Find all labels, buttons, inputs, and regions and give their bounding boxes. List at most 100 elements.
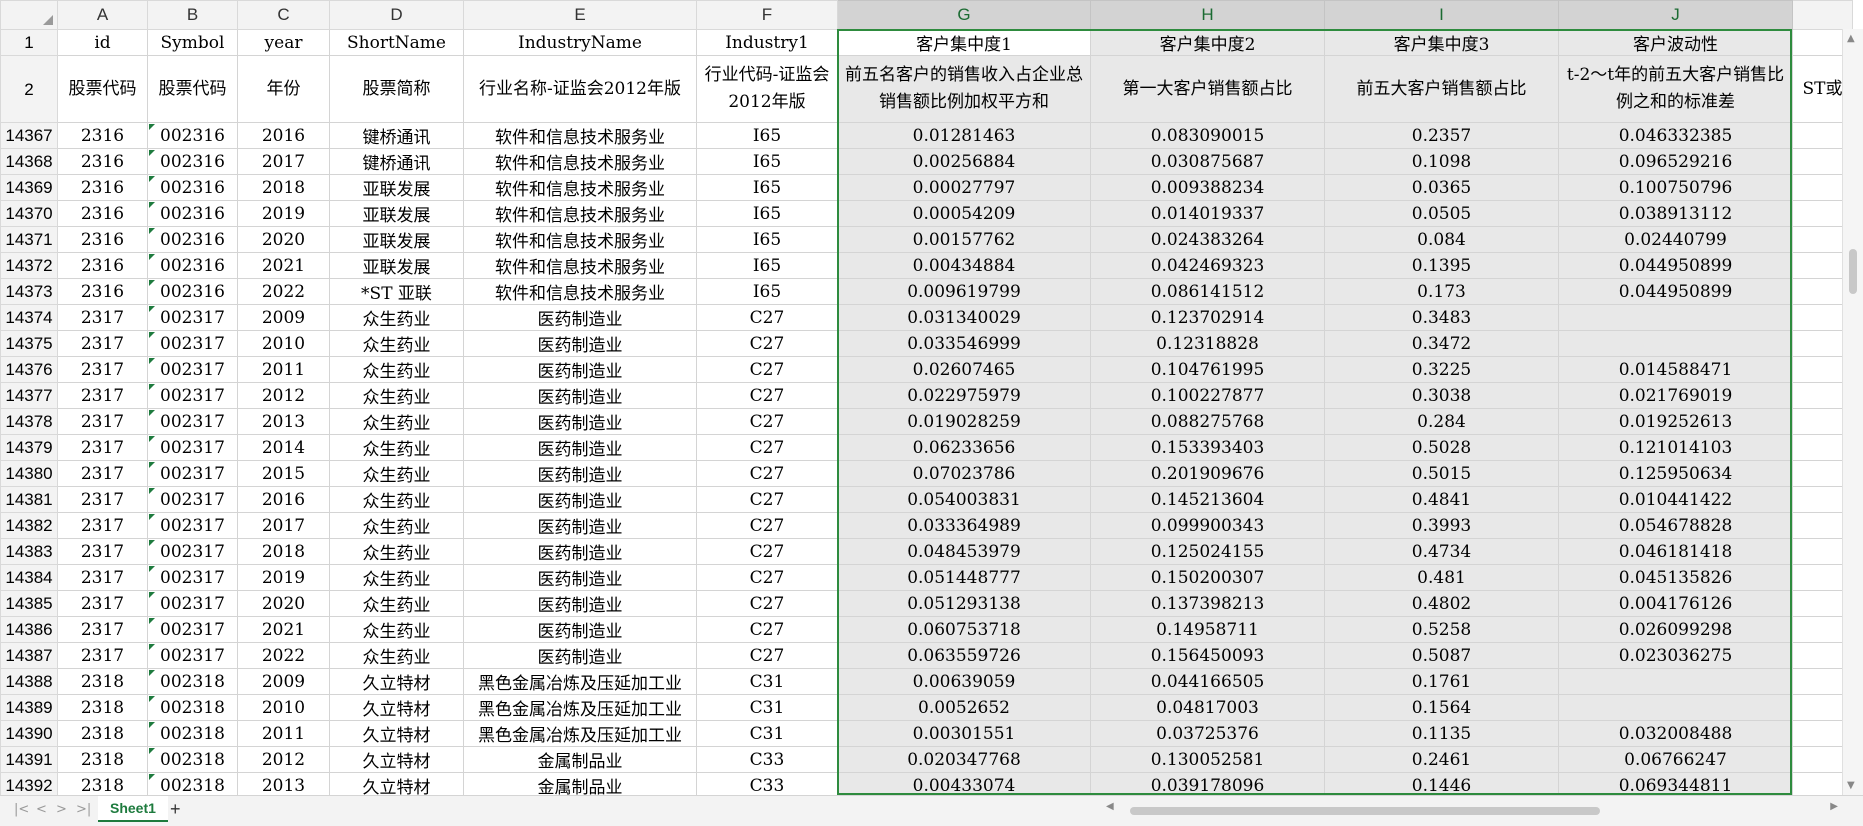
cell[interactable]: 第一大客户销售额占比 [1090, 55, 1325, 123]
cell[interactable]: 2012 [237, 746, 330, 773]
cell[interactable]: 股票代码 [147, 55, 238, 123]
cell[interactable]: IndustryName [463, 29, 697, 56]
cell[interactable]: 客户集中度1 [837, 29, 1091, 56]
cell[interactable]: 002318 [147, 720, 238, 747]
cell[interactable]: 002317 [147, 564, 238, 591]
cell[interactable]: t-2～t年的前五大客户销售比例之和的标准差 [1558, 55, 1793, 123]
cell[interactable]: 002317 [147, 590, 238, 617]
cell[interactable]: 久立特材 [329, 668, 464, 695]
cell[interactable]: ShortName [329, 29, 464, 56]
spreadsheet-grid[interactable]: A B C D E F G H I J 1 id Symbol year ShortName Industry… [0, 0, 1863, 795]
column-header[interactable]: I [1324, 0, 1559, 30]
cell[interactable]: I65 [696, 226, 838, 253]
cell[interactable]: C27 [696, 538, 838, 565]
cell[interactable]: 2016 [237, 486, 330, 513]
cell[interactable]: 002317 [147, 460, 238, 487]
cell[interactable]: 002317 [147, 434, 238, 461]
cell[interactable]: 2012 [237, 382, 330, 409]
cell[interactable]: 0.048453979 [837, 538, 1091, 565]
cell[interactable]: 软件和信息技术服务业 [463, 122, 697, 149]
cell[interactable]: 0.3225 [1324, 356, 1559, 383]
cell[interactable]: C31 [696, 720, 838, 747]
cell[interactable]: 0.2461 [1324, 746, 1559, 773]
cell[interactable]: 众生药业 [329, 538, 464, 565]
row-number[interactable]: 14371 [0, 226, 58, 253]
row-number[interactable]: 14378 [0, 408, 58, 435]
cell[interactable]: 0.063559726 [837, 642, 1091, 669]
cell[interactable]: I65 [696, 148, 838, 175]
cell[interactable]: 众生药业 [329, 642, 464, 669]
cell[interactable]: I65 [696, 252, 838, 279]
cell[interactable]: 众生药业 [329, 330, 464, 357]
cell[interactable]: 软件和信息技术服务业 [463, 148, 697, 175]
cell[interactable]: 2317 [57, 512, 148, 539]
cell[interactable]: 0.130052581 [1090, 746, 1325, 773]
cell[interactable]: 0.4802 [1324, 590, 1559, 617]
column-header[interactable]: D [329, 0, 464, 30]
cell[interactable]: 医药制造业 [463, 538, 697, 565]
row-number[interactable]: 14386 [0, 616, 58, 643]
cell[interactable]: 2011 [237, 720, 330, 747]
row-number[interactable]: 14380 [0, 460, 58, 487]
cell[interactable] [1558, 330, 1793, 357]
row-number[interactable]: 14373 [0, 278, 58, 305]
first-sheet-icon[interactable]: |< [14, 802, 29, 817]
cell[interactable]: 0.030875687 [1090, 148, 1325, 175]
cell[interactable]: 002317 [147, 330, 238, 357]
cell[interactable]: 002317 [147, 616, 238, 643]
cell[interactable]: 2020 [237, 226, 330, 253]
cell[interactable]: 2015 [237, 460, 330, 487]
cell[interactable]: 前五大客户销售额占比 [1324, 55, 1559, 123]
cell[interactable]: 0.024383264 [1090, 226, 1325, 253]
cell[interactable]: 0.00027797 [837, 174, 1091, 201]
cell[interactable]: 0.046332385 [1558, 122, 1793, 149]
cell[interactable]: 0.0505 [1324, 200, 1559, 227]
cell[interactable]: 0.1395 [1324, 252, 1559, 279]
column-header[interactable]: E [463, 0, 697, 30]
row-number[interactable]: 14377 [0, 382, 58, 409]
cell[interactable]: 0.00256884 [837, 148, 1091, 175]
cell[interactable]: I65 [696, 200, 838, 227]
cell[interactable]: 医药制造业 [463, 304, 697, 331]
cell[interactable]: 0.14958711 [1090, 616, 1325, 643]
cell[interactable]: 0.0052652 [837, 694, 1091, 721]
cell[interactable]: 0.051448777 [837, 564, 1091, 591]
cell[interactable]: 金属制品业 [463, 746, 697, 773]
cell[interactable]: 002316 [147, 200, 238, 227]
cell[interactable]: 0.100227877 [1090, 382, 1325, 409]
cell[interactable]: 0.12318828 [1090, 330, 1325, 357]
cell[interactable]: 0.121014103 [1558, 434, 1793, 461]
cell[interactable]: 002317 [147, 408, 238, 435]
cell[interactable]: 软件和信息技术服务业 [463, 226, 697, 253]
cell[interactable]: 0.009619799 [837, 278, 1091, 305]
cell[interactable]: 002316 [147, 226, 238, 253]
column-header[interactable]: C [237, 0, 330, 30]
cell[interactable]: C27 [696, 642, 838, 669]
cell[interactable]: 0.014588471 [1558, 356, 1793, 383]
scroll-right-arrow-icon[interactable]: ▶ [1830, 801, 1838, 812]
select-all-corner[interactable] [0, 0, 58, 30]
cell[interactable]: 久立特材 [329, 772, 464, 795]
prev-sheet-icon[interactable]: < [36, 802, 47, 817]
row-number[interactable]: 14384 [0, 564, 58, 591]
cell[interactable]: 002317 [147, 642, 238, 669]
cell[interactable]: 0.099900343 [1090, 512, 1325, 539]
cell[interactable]: 002317 [147, 382, 238, 409]
cell[interactable]: C27 [696, 330, 838, 357]
cell[interactable]: 2317 [57, 590, 148, 617]
scroll-up-arrow-icon[interactable]: ▲ [1847, 33, 1855, 44]
cell[interactable]: 股票简称 [329, 55, 464, 123]
cell[interactable]: 众生药业 [329, 382, 464, 409]
cell[interactable]: C27 [696, 564, 838, 591]
cell[interactable]: 0.051293138 [837, 590, 1091, 617]
cell[interactable]: 2316 [57, 122, 148, 149]
cell[interactable]: 医药制造业 [463, 382, 697, 409]
cell[interactable]: 2014 [237, 434, 330, 461]
cell[interactable]: 2020 [237, 590, 330, 617]
row-number[interactable]: 14368 [0, 148, 58, 175]
row-number[interactable]: 14392 [0, 772, 58, 795]
cell[interactable]: 0.054003831 [837, 486, 1091, 513]
column-header[interactable]: H [1090, 0, 1325, 30]
cell[interactable]: 0.0365 [1324, 174, 1559, 201]
row-number[interactable]: 14369 [0, 174, 58, 201]
